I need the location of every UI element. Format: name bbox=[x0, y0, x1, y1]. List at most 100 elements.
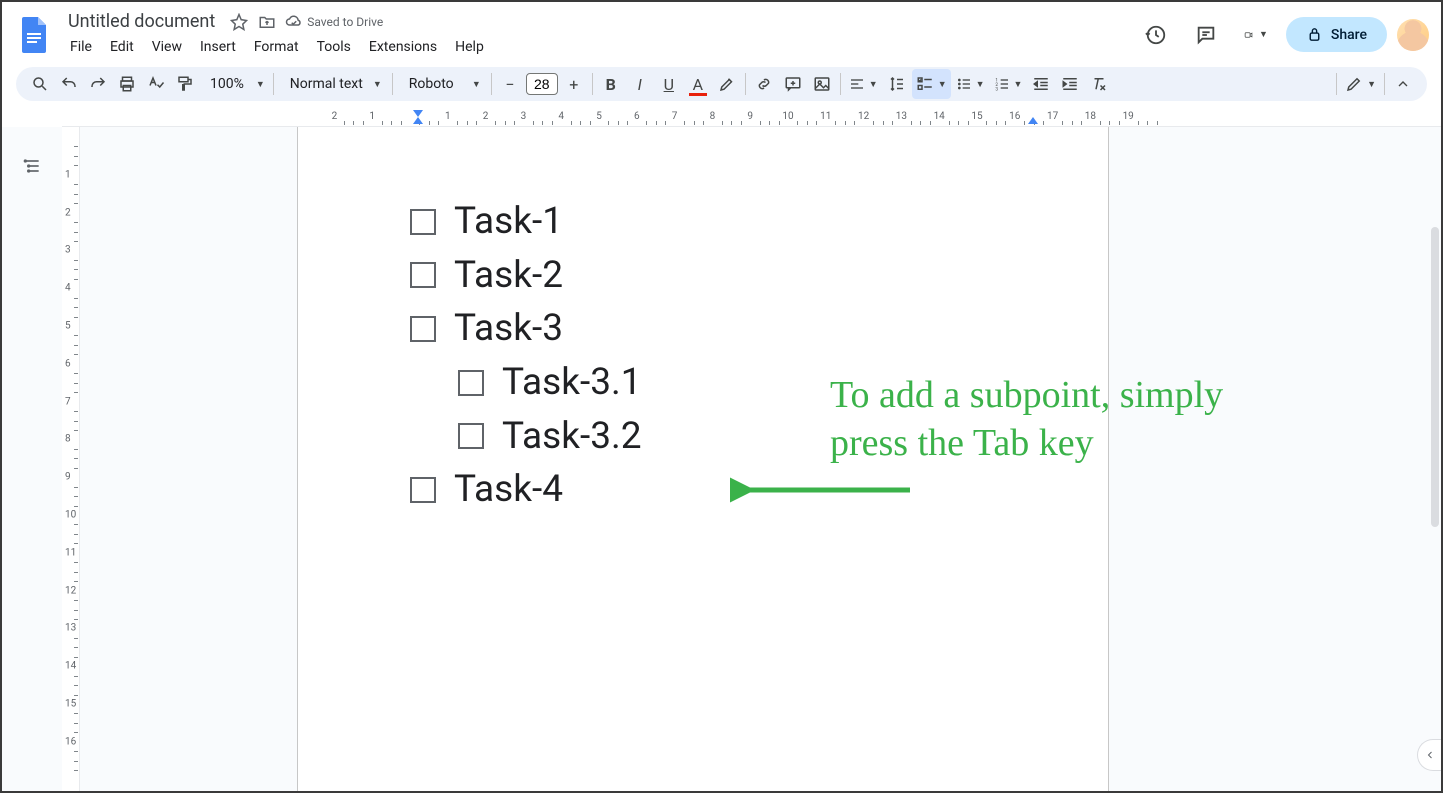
insert-image-button[interactable] bbox=[808, 69, 836, 99]
decrease-indent-button[interactable] bbox=[1027, 69, 1055, 99]
checklist-item-text[interactable]: Task-3.2 bbox=[502, 410, 642, 464]
checkbox-icon[interactable] bbox=[410, 209, 436, 235]
separator bbox=[491, 73, 492, 95]
svg-text:3: 3 bbox=[995, 87, 998, 92]
zoom-dropdown[interactable]: 100% ▼ bbox=[200, 69, 269, 99]
search-icon[interactable] bbox=[26, 69, 54, 99]
left-indent-marker[interactable] bbox=[412, 109, 424, 125]
saved-label: Saved to Drive bbox=[307, 15, 383, 29]
checklist-item[interactable]: Task-4 bbox=[410, 463, 1008, 517]
undo-button[interactable] bbox=[55, 69, 83, 99]
docs-logo[interactable] bbox=[14, 15, 54, 55]
checklist-item-text[interactable]: Task-4 bbox=[454, 463, 563, 517]
redo-button[interactable] bbox=[84, 69, 112, 99]
checklist-item[interactable]: Task-1 bbox=[410, 195, 1008, 249]
menu-format[interactable]: Format bbox=[246, 35, 307, 59]
checklist-item-text[interactable]: Task-3.1 bbox=[502, 356, 642, 410]
outline-toggle-icon[interactable] bbox=[17, 151, 47, 181]
checklist-item[interactable]: Task-3 bbox=[410, 302, 1008, 356]
share-label: Share bbox=[1331, 27, 1367, 43]
separator bbox=[840, 73, 841, 95]
right-indent-marker[interactable] bbox=[1027, 109, 1039, 125]
chevron-down-icon: ▼ bbox=[1014, 79, 1023, 90]
menu-edit[interactable]: Edit bbox=[102, 35, 142, 59]
font-size-increase[interactable]: + bbox=[560, 69, 588, 99]
checkbox-icon[interactable] bbox=[410, 477, 436, 503]
menu-view[interactable]: View bbox=[144, 35, 190, 59]
menu-file[interactable]: File bbox=[62, 35, 100, 59]
chevron-down-icon: ▼ bbox=[1367, 79, 1376, 90]
checklist-button[interactable]: ▼ bbox=[912, 69, 951, 99]
star-icon[interactable] bbox=[229, 12, 249, 32]
font-value: Roboto bbox=[403, 76, 460, 92]
checklist-item[interactable]: Task-3.2 bbox=[410, 410, 1008, 464]
separator bbox=[1336, 73, 1337, 95]
chevron-down-icon: ▼ bbox=[869, 79, 878, 90]
menu-insert[interactable]: Insert bbox=[192, 35, 244, 59]
spellcheck-button[interactable] bbox=[142, 69, 170, 99]
account-avatar[interactable] bbox=[1397, 19, 1429, 51]
font-size-decrease[interactable]: − bbox=[496, 69, 524, 99]
checklist-item[interactable]: Task-3.1 bbox=[410, 356, 1008, 410]
insert-comment-button[interactable] bbox=[779, 69, 807, 99]
cloud-status[interactable]: Saved to Drive bbox=[285, 13, 383, 31]
underline-button[interactable]: U bbox=[655, 69, 683, 99]
menu-bar: File Edit View Insert Format Tools Exten… bbox=[62, 33, 1128, 59]
increase-indent-button[interactable] bbox=[1056, 69, 1084, 99]
vertical-ruler[interactable]: 12345678910111213141516 bbox=[62, 127, 80, 791]
highlight-button[interactable] bbox=[713, 69, 741, 99]
menu-help[interactable]: Help bbox=[447, 35, 492, 59]
history-icon[interactable] bbox=[1136, 15, 1176, 55]
text-color-button[interactable]: A bbox=[684, 69, 712, 99]
app-header: Untitled document Saved to Drive File Ed… bbox=[2, 2, 1441, 59]
chevron-down-icon: ▼ bbox=[472, 79, 481, 90]
bulleted-list-button[interactable]: ▼ bbox=[952, 69, 989, 99]
chevron-down-icon: ▼ bbox=[976, 79, 985, 90]
checklist-item-text[interactable]: Task-3 bbox=[454, 302, 563, 356]
line-spacing-button[interactable] bbox=[883, 69, 911, 99]
paint-format-button[interactable] bbox=[171, 69, 199, 99]
document-title[interactable]: Untitled document bbox=[62, 10, 221, 33]
zoom-value: 100% bbox=[204, 76, 250, 92]
share-button[interactable]: Share bbox=[1286, 17, 1387, 52]
align-dropdown[interactable]: ▼ bbox=[845, 69, 882, 99]
show-side-panel-button[interactable] bbox=[1417, 739, 1441, 771]
horizontal-ruler[interactable]: 2112345678910111213141516171819 bbox=[62, 109, 1441, 127]
separator bbox=[273, 73, 274, 95]
vertical-scrollbar[interactable] bbox=[1431, 227, 1439, 527]
clear-formatting-button[interactable] bbox=[1085, 69, 1113, 99]
separator bbox=[592, 73, 593, 95]
checklist-item-text[interactable]: Task-2 bbox=[454, 249, 563, 303]
chevron-down-icon: ▼ bbox=[938, 79, 947, 90]
menu-extensions[interactable]: Extensions bbox=[361, 35, 445, 59]
chevron-down-icon: ▼ bbox=[1259, 29, 1268, 40]
document-page[interactable]: Task-1Task-2Task-3Task-3.1Task-3.2Task-4 bbox=[298, 127, 1108, 791]
checklist: Task-1Task-2Task-3Task-3.1Task-3.2Task-4 bbox=[410, 195, 1008, 517]
print-button[interactable] bbox=[113, 69, 141, 99]
numbered-list-button[interactable]: 123▼ bbox=[990, 69, 1027, 99]
insert-link-button[interactable] bbox=[750, 69, 778, 99]
checklist-item[interactable]: Task-2 bbox=[410, 249, 1008, 303]
chevron-down-icon: ▼ bbox=[256, 79, 265, 90]
paragraph-style-dropdown[interactable]: Normal text ▼ bbox=[278, 69, 388, 99]
comments-icon[interactable] bbox=[1186, 15, 1226, 55]
checkbox-icon[interactable] bbox=[458, 370, 484, 396]
separator bbox=[392, 73, 393, 95]
font-dropdown[interactable]: Roboto ▼ bbox=[397, 69, 487, 99]
separator bbox=[1384, 73, 1385, 95]
checkbox-icon[interactable] bbox=[410, 316, 436, 342]
toolbar: 100% ▼ Normal text ▼ Roboto ▼ − + B I U A ▼… bbox=[16, 67, 1427, 101]
move-icon[interactable] bbox=[257, 12, 277, 32]
collapse-toolbar-button[interactable] bbox=[1389, 69, 1417, 99]
editing-mode-button[interactable]: ▼ bbox=[1341, 69, 1380, 99]
style-value: Normal text bbox=[284, 76, 369, 92]
checkbox-icon[interactable] bbox=[410, 262, 436, 288]
checkbox-icon[interactable] bbox=[458, 423, 484, 449]
chevron-down-icon: ▼ bbox=[373, 79, 382, 90]
bold-button[interactable]: B bbox=[597, 69, 625, 99]
meet-button[interactable]: ▼ bbox=[1236, 15, 1276, 55]
menu-tools[interactable]: Tools bbox=[309, 35, 359, 59]
checklist-item-text[interactable]: Task-1 bbox=[454, 195, 563, 249]
italic-button[interactable]: I bbox=[626, 69, 654, 99]
font-size-input[interactable] bbox=[526, 73, 558, 95]
